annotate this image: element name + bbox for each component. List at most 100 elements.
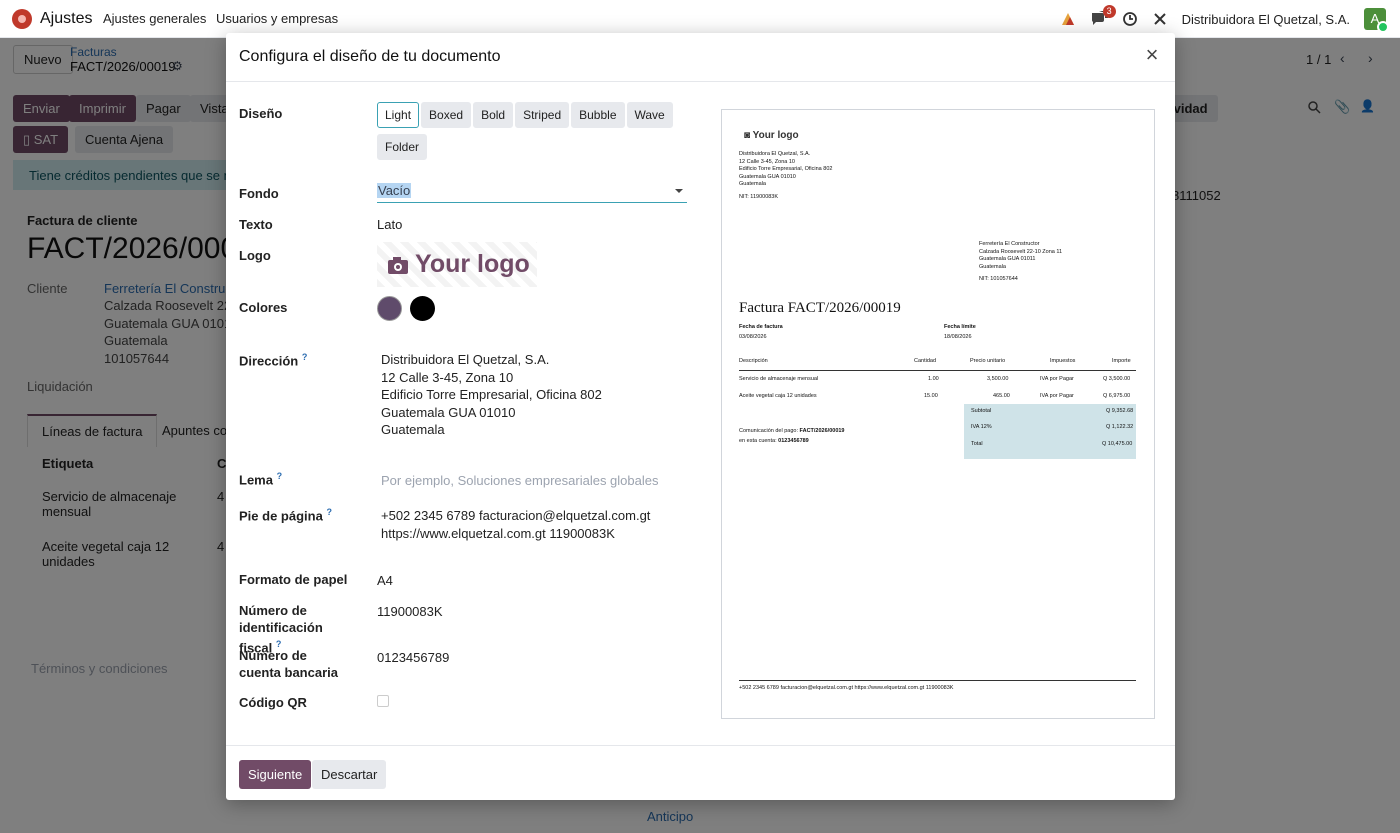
discard-button[interactable]: Descartar [312, 760, 387, 789]
dialog-title: Configura el diseño de tu documento [239, 48, 501, 65]
preview-account-value: 0123456789 [778, 438, 809, 444]
activity-clock-icon[interactable] [1122, 11, 1138, 27]
layout-option-bubble[interactable]: Bubble [571, 102, 625, 128]
preview-account: en esta cuenta: 0123456789 [739, 438, 809, 444]
debug-icon[interactable] [1060, 11, 1076, 27]
preview-row-desc: Aceite vegetal caja 12 unidades [739, 393, 817, 399]
paper-label: Formato de papel [239, 572, 348, 587]
preview-footer: +502 2345 6789 facturacion@elquetzal.com… [739, 685, 954, 691]
address-line: Guatemala [381, 422, 445, 437]
chat-icon[interactable]: 3 [1090, 4, 1116, 29]
app-name: Ajustes [40, 10, 93, 27]
address-label-text: Dirección [239, 353, 299, 369]
preview-col-price: Precio unitario [970, 358, 1006, 364]
footer-text-field[interactable]: +502 2345 6789 facturacion@elquetzal.com… [381, 507, 650, 542]
preview-company-line: Guatemala [739, 181, 766, 187]
font-label: Texto [239, 217, 273, 232]
preview-company-line: Distribuidora El Quetzal, S.A. [739, 151, 811, 157]
preview-totals-box: Subtotal Q 9,352.68 IVA 12% Q 1,122.32 T… [964, 404, 1136, 459]
background-label: Fondo [239, 186, 279, 201]
preview-row-tax: IVA por Pagar [1040, 376, 1074, 382]
preview-customer-line: Ferretería El Constructor [979, 241, 1040, 247]
preview-due-date: 18/08/2026 [944, 334, 972, 340]
preview-payment-ref: Comunicación del pago: FACT/2026/00019 [739, 428, 845, 434]
preview-payment-ref-value: FACT/2026/00019 [799, 428, 845, 434]
address-line: Edificio Torre Empresarial, Oficina 802 [381, 387, 602, 402]
layout-option-boxed[interactable]: Boxed [421, 102, 472, 128]
preview-row-amount: Q 6,975.00 [1103, 393, 1131, 399]
address-block[interactable]: Distribuidora El Quetzal, S.A. 12 Calle … [381, 351, 602, 439]
chevron-down-icon [675, 189, 683, 193]
app-switcher[interactable]: Ajustes [12, 9, 92, 29]
background-select[interactable]: Vacío [377, 183, 687, 203]
preview-company-line: 12 Calle 3-45, Zona 10 [739, 158, 795, 165]
help-icon[interactable]: ? [302, 352, 308, 362]
layout-selector: Light Boxed Bold Striped Bubble Wave Folder [377, 102, 677, 166]
preview-payment-ref-label: Comunicación del pago: [739, 428, 799, 434]
paper-format-select[interactable]: A4 [377, 573, 393, 588]
preview-row-desc: Servicio de almacenaje mensual [739, 376, 819, 382]
settings-app-icon [12, 9, 32, 29]
preview-account-label: en esta cuenta: [739, 438, 777, 444]
tools-icon[interactable] [1152, 11, 1168, 27]
logo-label: Logo [239, 248, 271, 263]
qr-checkbox[interactable] [377, 695, 389, 707]
background-value: Vacío [377, 183, 412, 198]
preview-header-rule [739, 370, 1136, 371]
layout-option-wave[interactable]: Wave [626, 102, 673, 128]
bank-label: Número de cuenta bancaria [239, 648, 338, 680]
help-icon[interactable]: ? [326, 507, 332, 517]
address-label: Dirección ? [239, 349, 364, 369]
preview-col-amount: Importe [1112, 358, 1131, 364]
preview-company-line: Edificio Torre Empresarial, Oficina 802 [739, 166, 833, 172]
tagline-label: Lema ? [239, 468, 364, 488]
layout-option-folder[interactable]: Folder [377, 134, 428, 160]
preview-col-taxes: Impuestos [1050, 358, 1076, 364]
footer-line: https://www.elquetzal.com.gt 11900083K [381, 525, 615, 541]
preview-logo: ◙ Your logo [744, 130, 799, 141]
logo-upload[interactable]: Your logo [377, 242, 537, 287]
preview-row-qty: 1.00 [928, 376, 939, 382]
preview-customer-nit: NIT: 101057644 [979, 276, 1018, 282]
bank-account-field[interactable]: 0123456789 [377, 650, 449, 665]
preview-subtotal-value: Q 9,352.68 [1106, 408, 1134, 414]
preview-col-desc: Descripción [739, 358, 768, 364]
preview-customer-line: Guatemala GUA 01011 [979, 256, 1036, 262]
dialog-header: Configura el diseño de tu documento × [226, 33, 1175, 82]
company-switcher[interactable]: Distribuidora El Quetzal, S.A. [1182, 12, 1350, 27]
secondary-color-swatch[interactable] [410, 296, 435, 321]
tax-id-field[interactable]: 11900083K [377, 604, 443, 619]
primary-color-swatch[interactable] [377, 296, 402, 321]
footer-label-text: Pie de página [239, 508, 323, 524]
preview-row-qty: 15.00 [924, 393, 938, 399]
menu-ajustes-generales[interactable]: Ajustes generales [103, 11, 206, 26]
font-value[interactable]: Lato [377, 217, 402, 232]
preview-customer-line: Guatemala [979, 263, 1006, 270]
camera-icon [388, 256, 408, 274]
logo-text: Your logo [415, 250, 530, 278]
preview-title: Factura FACT/2026/00019 [739, 300, 901, 316]
preview-date-label: Fecha de factura [739, 324, 783, 330]
preview-logo-text: Your logo [752, 130, 799, 141]
layout-option-light[interactable]: Light [377, 102, 420, 128]
user-avatar[interactable]: A [1364, 8, 1389, 33]
layout-option-bold[interactable]: Bold [473, 102, 514, 128]
preview-subtotal-label: Subtotal [971, 408, 992, 414]
help-icon[interactable]: ? [277, 471, 283, 481]
next-button[interactable]: Siguiente [239, 760, 312, 789]
preview-company-address: Distribuidora El Quetzal, S.A. 12 Calle … [739, 151, 832, 201]
preview-iva-label: IVA 12% [971, 424, 992, 430]
footer-label: Pie de página ? [239, 504, 364, 524]
tagline-input[interactable]: Por ejemplo, Soluciones empresariales gl… [381, 473, 658, 488]
preview-row-price: 465.00 [993, 393, 1010, 399]
preview-iva-value: Q 1,122.32 [1106, 424, 1134, 430]
preview-footer-rule [739, 680, 1136, 681]
close-icon[interactable]: × [1141, 44, 1163, 67]
footer-line: +502 2345 6789 facturacion@elquetzal.com… [381, 508, 651, 523]
preview-row-price: 3,500.00 [987, 376, 1009, 382]
preview-row-tax: IVA por Pagar [1040, 393, 1074, 399]
camera-icon: ◙ [744, 130, 751, 141]
layout-option-striped[interactable]: Striped [515, 102, 570, 128]
menu-usuarios-empresas[interactable]: Usuarios y empresas [216, 11, 338, 26]
document-layout-dialog: Configura el diseño de tu documento × Di… [226, 33, 1175, 800]
